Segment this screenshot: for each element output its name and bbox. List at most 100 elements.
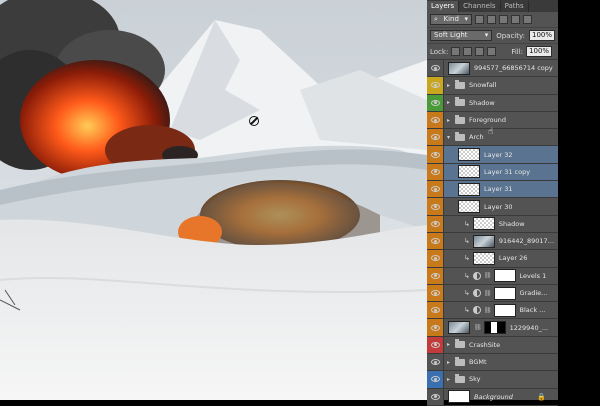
layer-row[interactable]: Layer 31 copy <box>427 163 558 182</box>
layer-row[interactable]: ↳ ⛓ Black ... <box>427 302 558 320</box>
chevron-right-icon[interactable]: ▸ <box>447 117 453 124</box>
layer-visibility-toggle[interactable] <box>427 250 444 267</box>
layer-thumbnail[interactable] <box>472 217 495 231</box>
layer-thumbnail[interactable] <box>458 148 480 162</box>
layer-row[interactable]: ⛓ 1229940_... <box>427 319 558 337</box>
layer-thumbnail[interactable] <box>493 303 516 317</box>
lock-position-icon[interactable] <box>475 47 485 56</box>
layer-name[interactable]: Shadow <box>469 99 495 107</box>
layer-row[interactable]: Layer 30 <box>427 198 558 216</box>
layer-thumbnail[interactable] <box>493 286 516 300</box>
layer-row[interactable]: ▸ Shadow <box>427 94 558 112</box>
layer-thumbnail[interactable] <box>448 390 470 404</box>
layer-name[interactable]: Layer 31 copy <box>484 168 530 176</box>
fill-input[interactable]: 100% <box>526 46 553 57</box>
opacity-input[interactable]: 100% <box>528 30 555 41</box>
layer-visibility-toggle[interactable] <box>427 302 444 319</box>
layer-name[interactable]: 916442_89017641 <box>499 237 558 245</box>
lock-all-icon[interactable] <box>487 47 497 56</box>
filter-pixel-icon[interactable] <box>475 15 484 24</box>
layer-thumbnail[interactable] <box>472 234 495 248</box>
tab-paths[interactable]: Paths <box>501 1 529 12</box>
document-canvas[interactable] <box>0 0 427 400</box>
layer-visibility-toggle[interactable] <box>427 319 444 336</box>
filter-adjustment-icon[interactable] <box>487 15 496 24</box>
filter-type-icon[interactable] <box>499 15 508 24</box>
layer-name[interactable]: Layer 31 <box>484 185 512 193</box>
layer-visibility-toggle[interactable] <box>427 354 444 371</box>
layer-row[interactable]: Background 🔒 <box>427 388 558 406</box>
layer-row[interactable]: ↳ ⛓ Levels 1 <box>427 267 558 285</box>
layer-visibility-toggle[interactable] <box>427 371 444 388</box>
layer-name[interactable]: Snowfall <box>469 81 496 89</box>
layer-name[interactable]: Layer 32 <box>484 151 512 159</box>
layer-name[interactable]: 1229940_... <box>510 324 548 332</box>
layer-name[interactable]: Black ... <box>520 306 546 314</box>
layer-visibility-toggle[interactable] <box>427 388 444 405</box>
layer-row[interactable]: ▸ Snowfall <box>427 77 558 95</box>
layer-row[interactable]: 994577_66856714 copy <box>427 60 558 78</box>
filter-smartobject-icon[interactable] <box>523 15 532 24</box>
layer-thumbnail[interactable] <box>458 182 480 196</box>
layer-visibility-toggle[interactable] <box>427 146 444 163</box>
layer-thumbnail[interactable] <box>458 165 480 179</box>
layer-name[interactable]: BGMt <box>469 358 487 366</box>
lock-pixels-icon[interactable] <box>463 47 473 56</box>
eye-icon <box>430 117 440 124</box>
filter-kind-select[interactable]: ⌕ Kind ▾ <box>430 14 472 25</box>
layer-name[interactable]: 994577_66856714 copy <box>474 64 553 72</box>
link-icon[interactable]: ⛓ <box>484 290 492 297</box>
layer-row[interactable]: Layer 32 <box>427 146 558 164</box>
layer-thumbnail[interactable] <box>472 251 495 265</box>
layer-visibility-toggle[interactable] <box>427 232 444 250</box>
link-icon[interactable]: ⛓ <box>484 272 492 279</box>
tab-layers[interactable]: Layers <box>427 1 460 12</box>
chevron-right-icon[interactable]: ▸ <box>447 99 453 106</box>
layer-visibility-toggle[interactable] <box>427 111 444 129</box>
layer-name[interactable]: Foreground <box>469 116 506 124</box>
layer-name[interactable]: Layer 30 <box>484 203 512 211</box>
chevron-right-icon[interactable]: ▸ <box>447 376 453 383</box>
layer-visibility-toggle[interactable] <box>427 215 444 232</box>
link-icon[interactable]: ⛓ <box>474 324 482 331</box>
lock-transparent-icon[interactable] <box>451 47 461 56</box>
layer-name[interactable]: CrashSite <box>469 341 500 349</box>
tab-channels[interactable]: Channels <box>459 1 501 12</box>
layer-mask-thumbnail[interactable] <box>483 321 506 335</box>
layer-visibility-toggle[interactable] <box>427 284 444 302</box>
layer-thumbnail[interactable] <box>493 269 516 283</box>
layer-row[interactable]: ▸ Sky <box>427 371 558 389</box>
layer-name[interactable]: Arch <box>469 133 484 141</box>
filter-shape-icon[interactable] <box>511 15 520 24</box>
layer-name[interactable]: Gradie... <box>520 289 548 297</box>
chevron-right-icon[interactable]: ▸ <box>447 82 453 89</box>
layer-row[interactable]: ↳ ⛓ Gradie... <box>427 284 558 303</box>
layer-visibility-toggle[interactable] <box>427 163 444 181</box>
layer-row[interactable]: ▸ BGMt <box>427 354 558 372</box>
layer-visibility-toggle[interactable] <box>427 336 444 354</box>
layer-visibility-toggle[interactable] <box>427 198 444 215</box>
layer-visibility-toggle[interactable] <box>427 267 444 284</box>
layer-row[interactable]: ↳ Layer 26 <box>427 250 558 268</box>
layer-thumbnail[interactable] <box>448 321 470 335</box>
link-icon[interactable]: ⛓ <box>484 307 492 314</box>
layer-thumbnail[interactable] <box>448 61 470 75</box>
chevron-right-icon[interactable]: ▸ <box>447 359 453 366</box>
layer-name[interactable]: Layer 26 <box>499 254 527 262</box>
layer-row[interactable]: ▸ CrashSite <box>427 336 558 355</box>
layer-thumbnail[interactable] <box>458 200 480 214</box>
blend-mode-select[interactable]: Soft Light ▾ <box>430 30 493 41</box>
layer-row[interactable]: ↳ Shadow <box>427 215 558 233</box>
layer-name[interactable]: Shadow <box>499 220 525 228</box>
layer-name[interactable]: Sky <box>469 375 481 383</box>
layer-visibility-toggle[interactable] <box>427 77 444 94</box>
layer-visibility-toggle[interactable] <box>427 94 444 111</box>
layer-row[interactable]: ↳ 916442_89017641 <box>427 232 558 251</box>
layer-visibility-toggle[interactable] <box>427 181 444 198</box>
layer-visibility-toggle[interactable] <box>427 60 444 77</box>
layer-name[interactable]: Levels 1 <box>520 272 547 280</box>
chevron-down-icon[interactable]: ▾ <box>447 134 453 141</box>
chevron-right-icon[interactable]: ▸ <box>447 341 453 348</box>
layer-row[interactable]: Layer 31 <box>427 181 558 199</box>
layer-visibility-toggle[interactable] <box>427 129 444 146</box>
